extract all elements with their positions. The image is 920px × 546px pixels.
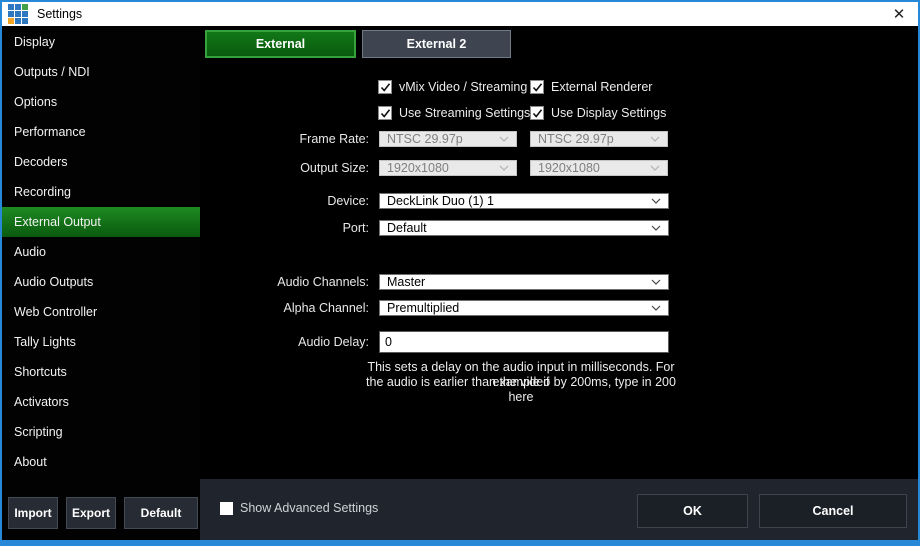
port-row: Port: Default: [200, 217, 669, 238]
chevron-down-icon: [651, 305, 661, 311]
tab-external[interactable]: External: [205, 30, 356, 58]
sidebar-item-outputs-ndi[interactable]: Outputs / NDI: [2, 57, 200, 87]
checkbox-box: [530, 80, 544, 94]
output-size-select-right: 1920x1080: [530, 160, 668, 176]
audio-delay-label: Audio Delay:: [200, 335, 369, 349]
checkmark-icon: [380, 82, 391, 93]
port-label: Port:: [200, 221, 369, 235]
checkbox-label: Show Advanced Settings: [240, 501, 378, 515]
audio-delay-help-line2: the audio is earlier than the video by 2…: [363, 375, 679, 405]
ok-button[interactable]: OK: [637, 494, 748, 528]
settings-window: Settings ✕ Display Outputs / NDI Options…: [2, 2, 918, 540]
frame-rate-row: Frame Rate: NTSC 29.97p NTSC 29.97p: [200, 129, 668, 149]
sidebar-item-external-output[interactable]: External Output: [2, 207, 200, 237]
window-frame: Settings ✕ Display Outputs / NDI Options…: [0, 0, 920, 546]
frame-rate-select-right: NTSC 29.97p: [530, 131, 668, 147]
checkmark-icon: [532, 108, 543, 119]
port-select[interactable]: Default: [379, 220, 669, 236]
chevron-down-icon: [499, 136, 509, 142]
sidebar-item-shortcuts[interactable]: Shortcuts: [2, 357, 200, 387]
external-renderer-checkbox[interactable]: External Renderer: [530, 80, 652, 94]
selected-value: DeckLink Duo (1) 1: [387, 194, 494, 208]
chevron-down-icon: [651, 198, 661, 204]
checkbox-box: [378, 106, 392, 120]
device-select[interactable]: DeckLink Duo (1) 1: [379, 193, 669, 209]
checkbox-label: Use Display Settings: [551, 106, 666, 120]
main-panel: External External 2 vMix Video / Streami…: [200, 26, 918, 479]
frame-rate-select-left: NTSC 29.97p: [379, 131, 517, 147]
output-size-select-left: 1920x1080: [379, 160, 517, 176]
selected-value: Premultiplied: [387, 301, 459, 315]
cancel-button[interactable]: Cancel: [759, 494, 907, 528]
sidebar-item-recording[interactable]: Recording: [2, 177, 200, 207]
device-label: Device:: [200, 194, 369, 208]
output-size-row: Output Size: 1920x1080 1920x1080: [200, 158, 668, 178]
audio-channels-label: Audio Channels:: [200, 275, 369, 289]
close-icon[interactable]: ✕: [882, 2, 916, 26]
sidebar-item-performance[interactable]: Performance: [2, 117, 200, 147]
tab-external-2[interactable]: External 2: [362, 30, 511, 58]
vmix-video-streaming-checkbox[interactable]: vMix Video / Streaming: [378, 80, 527, 94]
chevron-down-icon: [499, 165, 509, 171]
sidebar-menu: Display Outputs / NDI Options Performanc…: [2, 27, 200, 477]
alpha-channel-row: Alpha Channel: Premultiplied: [200, 297, 669, 318]
footer-bar: Show Advanced Settings OK Cancel: [200, 479, 918, 540]
frame-rate-label: Frame Rate:: [200, 132, 369, 146]
sidebar-item-audio-outputs[interactable]: Audio Outputs: [2, 267, 200, 297]
sidebar-item-display[interactable]: Display: [2, 27, 200, 57]
checkbox-box: [220, 502, 233, 515]
output-size-label: Output Size:: [200, 161, 369, 175]
checkbox-box: [530, 106, 544, 120]
alpha-channel-select[interactable]: Premultiplied: [379, 300, 669, 316]
selected-value: 1920x1080: [538, 161, 600, 175]
sidebar-item-decoders[interactable]: Decoders: [2, 147, 200, 177]
chevron-down-icon: [650, 136, 660, 142]
checkmark-icon: [532, 82, 543, 93]
audio-delay-row: Audio Delay:: [200, 331, 669, 353]
sidebar-item-web-controller[interactable]: Web Controller: [2, 297, 200, 327]
vmix-logo-icon: [8, 4, 28, 24]
export-button[interactable]: Export: [66, 497, 116, 529]
sidebar: Display Outputs / NDI Options Performanc…: [2, 26, 200, 540]
audio-channels-row: Audio Channels: Master: [200, 271, 669, 292]
checkbox-label: vMix Video / Streaming: [399, 80, 527, 94]
device-row: Device: DeckLink Duo (1) 1: [200, 190, 669, 211]
chevron-down-icon: [650, 165, 660, 171]
use-display-settings-checkbox[interactable]: Use Display Settings: [530, 106, 666, 120]
sidebar-item-options[interactable]: Options: [2, 87, 200, 117]
selected-value: 1920x1080: [387, 161, 449, 175]
sidebar-item-about[interactable]: About: [2, 447, 200, 477]
show-advanced-settings-checkbox[interactable]: Show Advanced Settings: [220, 501, 378, 515]
window-title: Settings: [37, 7, 82, 21]
import-button[interactable]: Import: [8, 497, 58, 529]
checkbox-label: Use Streaming Settings: [399, 106, 530, 120]
sidebar-item-audio[interactable]: Audio: [2, 237, 200, 267]
chevron-down-icon: [651, 225, 661, 231]
checkbox-label: External Renderer: [551, 80, 652, 94]
audio-delay-input[interactable]: [379, 331, 669, 353]
selected-value: NTSC 29.97p: [538, 132, 614, 146]
checkmark-icon: [380, 108, 391, 119]
selected-value: Master: [387, 275, 425, 289]
selected-value: Default: [387, 221, 427, 235]
sidebar-item-tally-lights[interactable]: Tally Lights: [2, 327, 200, 357]
titlebar[interactable]: Settings ✕: [2, 2, 918, 26]
selected-value: NTSC 29.97p: [387, 132, 463, 146]
audio-channels-select[interactable]: Master: [379, 274, 669, 290]
sidebar-buttons: Import Export Default: [8, 497, 198, 529]
sidebar-item-scripting[interactable]: Scripting: [2, 417, 200, 447]
checkbox-box: [378, 80, 392, 94]
use-streaming-settings-checkbox[interactable]: Use Streaming Settings: [378, 106, 530, 120]
alpha-channel-label: Alpha Channel:: [200, 301, 369, 315]
sidebar-item-activators[interactable]: Activators: [2, 387, 200, 417]
default-button[interactable]: Default: [124, 497, 198, 529]
chevron-down-icon: [651, 279, 661, 285]
